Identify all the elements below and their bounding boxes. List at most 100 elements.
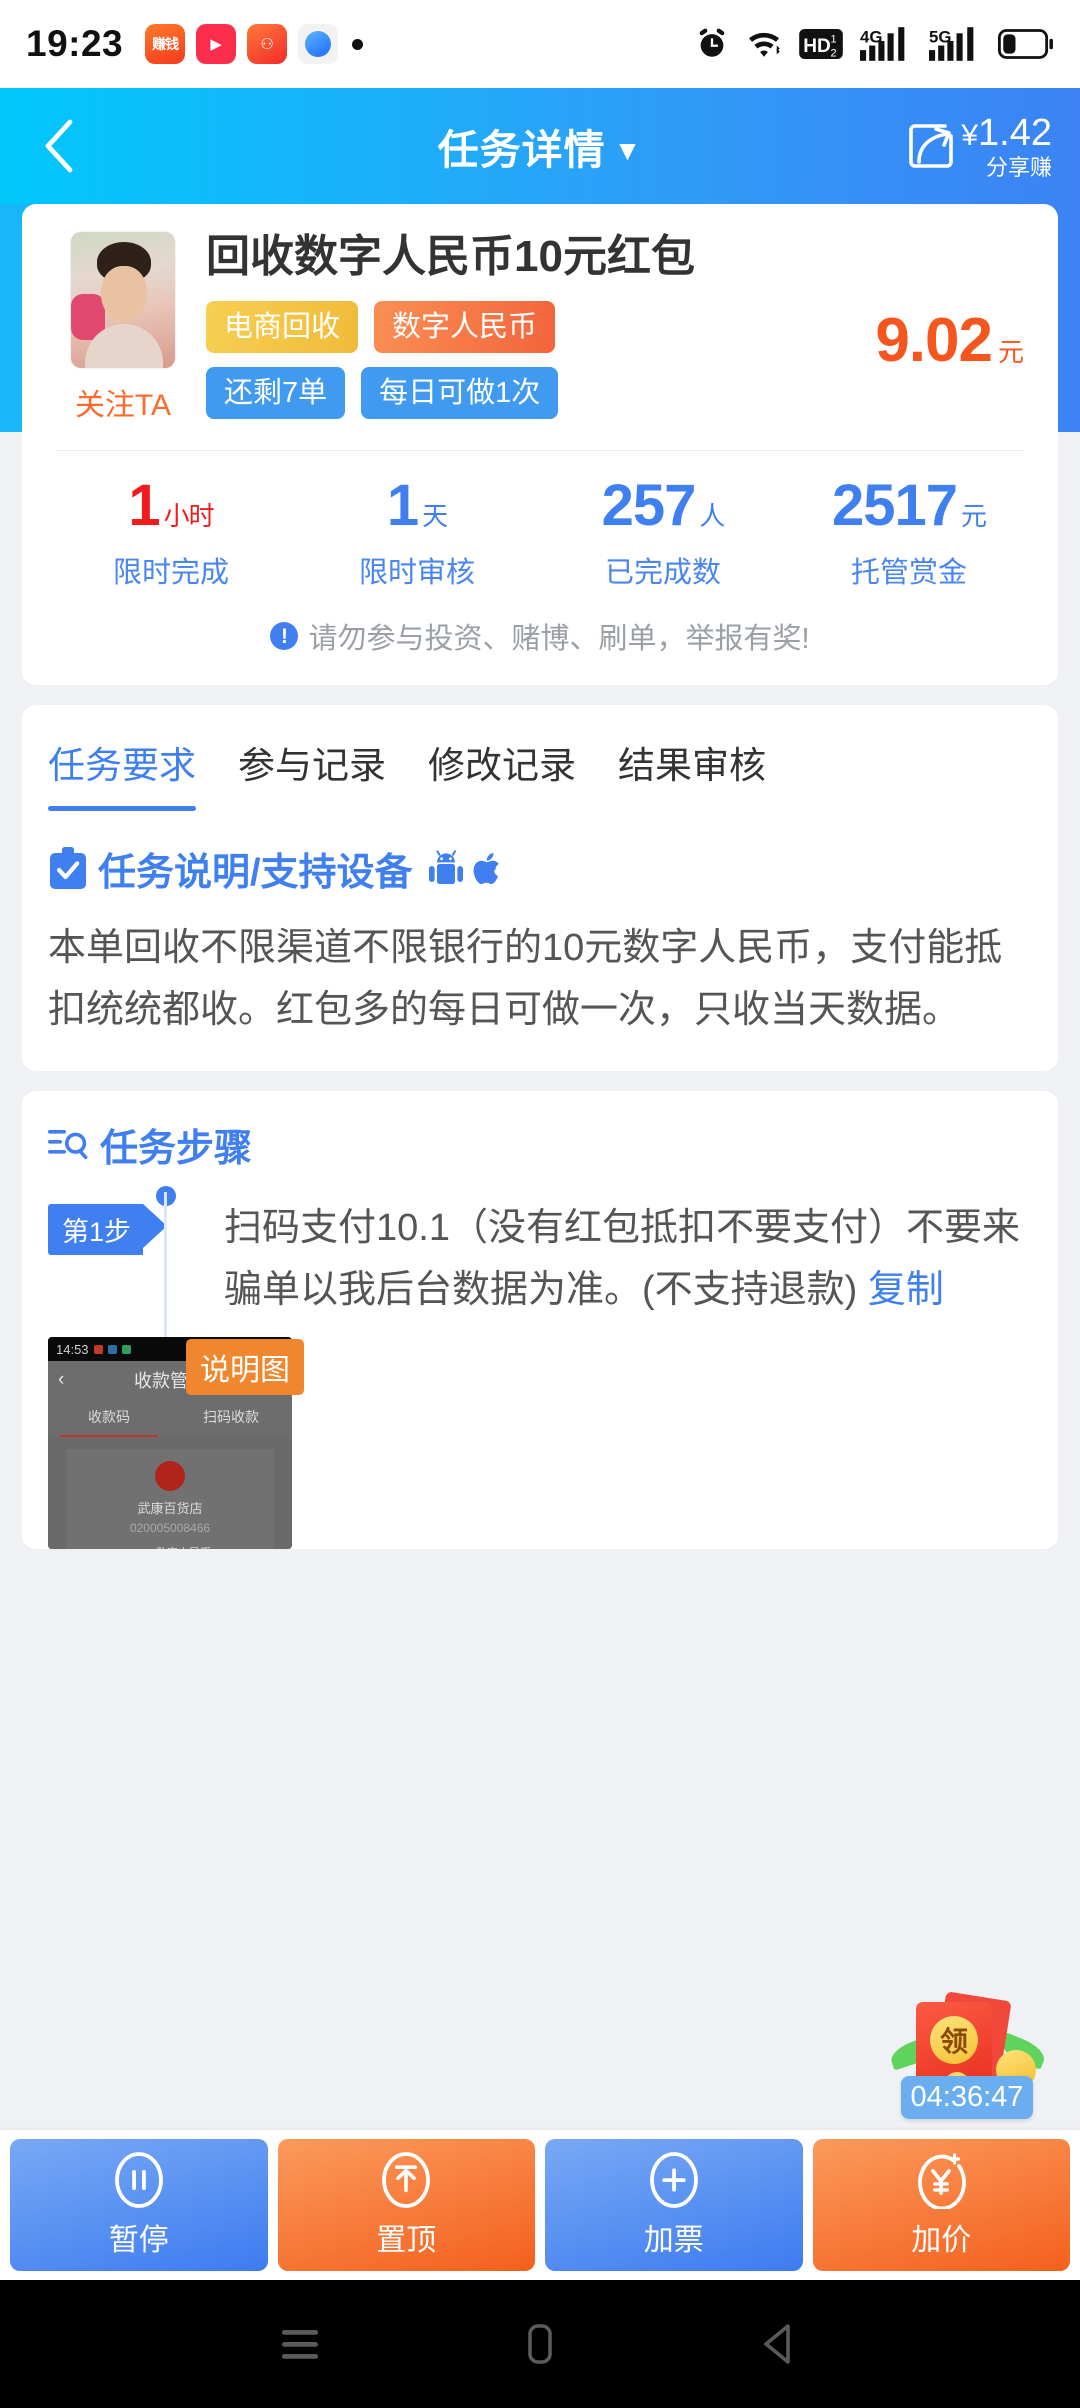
task-price-unit: 元	[997, 336, 1024, 367]
tab-participation-records[interactable]: 参与记录	[238, 705, 386, 811]
android-navigation-bar	[0, 2280, 1080, 2408]
task-step-item: 第1步 扫码支付10.1（没有红包抵扣不要支付）不要来骗单以我后台数据为准。(不…	[22, 1172, 1058, 1550]
safety-notice-text: 请勿参与投资、赌博、刷单，举报有奖!	[308, 623, 810, 655]
publisher-avatar[interactable]	[71, 232, 175, 368]
video-app-icon: ▶	[196, 24, 237, 64]
description-section-header: 任务说明/支持设备	[22, 811, 1058, 896]
task-detail-card: 任务要求 参与记录 修改记录 结果审核 任务说明/支持设备 本单回收不限渠道不限…	[22, 705, 1058, 1072]
task-tag: 还剩7单	[206, 366, 346, 420]
preview-tab-payment-code: 收款码	[48, 1399, 170, 1438]
signal-5g-icon: 5G	[929, 27, 974, 61]
stat-label: 限时审核	[358, 557, 475, 589]
stat-label: 已完成数	[604, 557, 721, 589]
stat-value: 1 小时	[48, 477, 294, 535]
kuaishou-app-icon: ⚇	[247, 24, 288, 64]
pause-circle-icon	[114, 2152, 163, 2208]
stat-number: 257	[601, 473, 697, 538]
add-tickets-button-label: 加票	[643, 2224, 704, 2257]
page-title-text: 任务详情	[437, 127, 606, 173]
preview-app-dot-icon	[93, 1344, 103, 1354]
increase-price-button[interactable]: 加价	[812, 2139, 1070, 2271]
share-amount-value: 1.42	[978, 111, 1052, 154]
stat-item-review-limit: 1天 限时审核	[294, 477, 540, 591]
yen-plus-circle-icon	[918, 2153, 967, 2209]
back-chevron-icon	[45, 119, 73, 173]
back-button[interactable]	[28, 114, 92, 178]
clipboard-check-icon	[50, 846, 86, 889]
notification-dot-icon	[352, 38, 364, 50]
step-image-wrapper[interactable]: 14:53 ‹ 收款管理 收款码 扫码收款 武康百货店 020005008466…	[48, 1337, 304, 1550]
signal-4g-icon: 4G	[860, 27, 905, 61]
task-header-row: 关注TA 回收数字人民币10元红包 电商回收 数字人民币 还剩7单 每日可做1次…	[48, 232, 1032, 424]
stat-unit: 元	[961, 501, 987, 531]
share-earn-button[interactable]: ¥1.42 分享赚	[905, 114, 1052, 179]
status-bar-indicators: HD 1 2 4G 5G	[695, 27, 1054, 61]
copy-button[interactable]: 复制	[868, 1269, 944, 1311]
preview-store-name: 武康百货店	[137, 1501, 203, 1517]
add-tickets-button[interactable]: 加票	[545, 2139, 803, 2271]
pause-button[interactable]: 暂停	[10, 2139, 268, 2271]
home-button[interactable]	[505, 2309, 575, 2379]
apple-icon	[473, 852, 499, 884]
red-packet-widget[interactable]: 领 04:36:47	[887, 1991, 1049, 2119]
app-header: 任务详情 ▼ ¥1.42 分享赚	[0, 88, 1080, 204]
task-steps-card: 任务步骤 第1步 扫码支付10.1（没有红包抵扣不要支付）不要来骗单以我后台数据…	[22, 1091, 1058, 1550]
safety-notice: ! 请勿参与投资、赌博、刷单，举报有奖!	[48, 599, 1032, 667]
svg-text:HD: HD	[803, 36, 831, 57]
plus-circle-icon	[649, 2152, 698, 2208]
tab-modification-records[interactable]: 修改记录	[428, 705, 576, 811]
step-text: 扫码支付10.1（没有红包抵扣不要支付）不要来骗单以我后台数据为准。(不支持退款…	[224, 1198, 1032, 1321]
tab-task-requirements[interactable]: 任务要求	[48, 705, 196, 811]
status-bar-app-icons: 赚钱 ▶ ⚇	[145, 24, 339, 64]
pin-to-top-button-label: 置顶	[376, 2224, 437, 2257]
battery-icon	[998, 29, 1053, 59]
task-summary-card: 关注TA 回收数字人民币10元红包 电商回收 数字人民币 还剩7单 每日可做1次…	[22, 204, 1058, 685]
stat-number: 2517	[831, 473, 958, 538]
red-packet-claim-char: 领	[930, 2016, 978, 2064]
stat-label: 托管赏金	[850, 557, 967, 589]
wifi-icon	[749, 32, 780, 57]
recents-icon	[282, 2330, 318, 2359]
preview-app-dot-icon	[121, 1344, 131, 1354]
bottom-action-bar: 暂停 置顶 加票 加价	[0, 2130, 1080, 2280]
arrow-up-circle-icon	[382, 2152, 431, 2208]
currency-symbol: ¥	[961, 118, 979, 152]
task-stats-row: 1 小时 限时完成 1天 限时审核 257 人 已完成数 2517 元 托管赏金	[48, 451, 1032, 599]
home-icon	[528, 2324, 552, 2364]
stat-value: 2517 元	[786, 477, 1032, 535]
preview-qr-panel: 武康百货店 020005008466 数字人民币 e-CNY	[66, 1449, 274, 1550]
steps-title: 任务步骤	[100, 1128, 253, 1171]
tab-result-review[interactable]: 结果审核	[618, 705, 766, 811]
stat-unit: 天	[422, 501, 448, 531]
page-scroll-area[interactable]: 关注TA 回收数字人民币10元红包 电商回收 数字人民币 还剩7单 每日可做1次…	[0, 204, 1080, 2408]
stat-unit: 小时	[163, 501, 215, 531]
preview-back-icon: ‹	[58, 1369, 65, 1391]
preview-merchant-logo-icon	[155, 1461, 185, 1492]
preview-app-dot-icon	[107, 1344, 117, 1354]
pin-to-top-button[interactable]: 置顶	[277, 2139, 535, 2271]
stat-number: 1	[386, 473, 419, 538]
task-tag-list: 电商回收 数字人民币 还剩7单 每日可做1次	[206, 300, 626, 420]
stat-unit: 人	[699, 501, 725, 531]
preview-ecny-brand: 数字人民币 e-CNY	[129, 1547, 211, 1550]
task-title: 回收数字人民币10元红包	[206, 232, 695, 281]
step-badge-wrapper: 第1步	[48, 1198, 198, 1321]
ecny-brand-text: 数字人民币 e-CNY	[156, 1547, 211, 1549]
status-bar-clock: 19:23	[26, 23, 124, 64]
ecny-line-cn: 数字人民币	[156, 1547, 211, 1549]
publisher-column[interactable]: 关注TA	[48, 232, 198, 424]
follow-button[interactable]: 关注TA	[75, 380, 171, 424]
stat-item-escrow: 2517 元 托管赏金	[786, 477, 1032, 591]
alarm-icon	[699, 28, 725, 57]
task-tag: 电商回收	[206, 300, 359, 353]
back-button-nav[interactable]	[745, 2309, 815, 2379]
list-search-icon	[48, 1129, 88, 1159]
supported-os-icons	[428, 849, 505, 888]
pause-button-label: 暂停	[108, 2224, 169, 2257]
recents-button[interactable]	[265, 2309, 335, 2379]
increase-price-button-label: 加价	[911, 2224, 972, 2257]
browser-app-icon	[298, 24, 339, 64]
task-tag: 数字人民币	[374, 300, 556, 353]
steps-section-header: 任务步骤	[22, 1117, 1058, 1172]
preview-body: 武康百货店 020005008466 数字人民币 e-CNY	[48, 1437, 292, 1550]
